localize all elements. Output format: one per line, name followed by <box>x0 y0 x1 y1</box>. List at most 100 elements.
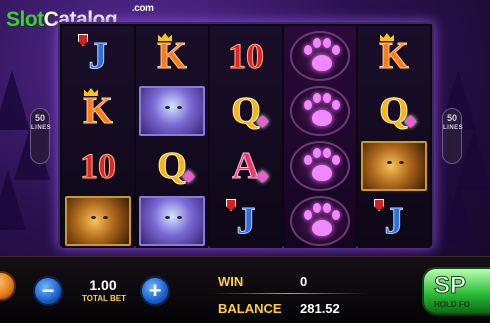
total-bet-value: 1.00 <box>89 277 117 293</box>
reel-cell: Q <box>358 83 430 138</box>
reel-cell <box>284 83 356 138</box>
symbol-j: J <box>236 199 256 242</box>
paw-wild-symbol <box>290 30 350 81</box>
paw-toe <box>304 209 312 220</box>
symbol-j: J <box>384 199 404 242</box>
paw-toe <box>332 154 340 165</box>
reel-1: J K 10 <box>62 26 134 248</box>
reel-cell: 10 <box>62 138 134 193</box>
paw-toe <box>323 147 331 158</box>
paylines-badge-left: 50 LINES <box>30 108 52 164</box>
symbol-j: J <box>88 34 108 77</box>
paw-toe <box>323 92 331 103</box>
shield-icon <box>226 199 236 211</box>
paw-wild-symbol <box>290 85 350 136</box>
reel-cell: Q <box>210 83 282 138</box>
game-screen: SlotCatalog .com 50 LINES 50 LINES J K 10 K… <box>0 0 490 323</box>
plus-icon: + <box>148 278 162 303</box>
reel-cell: K <box>136 28 208 83</box>
reel-3: 10 Q A J <box>210 26 282 248</box>
reel-cell: Q <box>136 138 208 193</box>
paw-pad <box>312 164 332 181</box>
logo-slot-text: Slot <box>6 8 44 31</box>
reel-cell: 10 <box>210 28 282 83</box>
reel-frame: J K 10 K Q 10 Q A J K Q J <box>58 22 434 248</box>
paw-wild-symbol <box>290 140 350 191</box>
lion-symbol <box>65 195 131 246</box>
paw-toe <box>304 44 312 55</box>
leopard-symbol <box>139 85 205 136</box>
leopard-symbol <box>139 195 205 246</box>
eye-detail <box>387 160 392 164</box>
symbol-q: Q <box>231 89 262 132</box>
reel-cell: A <box>210 138 282 193</box>
reel-cell: J <box>358 193 430 248</box>
symbol-ten: 10 <box>228 35 265 76</box>
reel-cell: J <box>210 193 282 248</box>
increase-bet-button[interactable]: + <box>140 276 170 306</box>
spin-label: SP <box>433 272 467 300</box>
win-value: 0 <box>300 274 308 289</box>
reel-cell <box>284 28 356 83</box>
paw-toe <box>323 37 331 48</box>
symbol-q: Q <box>379 89 410 132</box>
paylines-value: 50 <box>34 113 45 123</box>
paw-toe <box>332 99 340 110</box>
paw-pad <box>312 219 332 236</box>
paw-toe <box>304 154 312 165</box>
tree-decoration <box>440 185 476 245</box>
lion-symbol <box>361 140 427 191</box>
tree-decoration <box>0 170 26 230</box>
reel-cell: J <box>62 28 134 83</box>
symbol-a: A <box>232 144 260 187</box>
paw-toe <box>332 209 340 220</box>
reel-cell <box>136 193 208 248</box>
reel-cell <box>358 138 430 193</box>
paw-toe <box>313 92 321 103</box>
reel-cell: K <box>358 28 430 83</box>
spin-sub-label: HOLD FO <box>434 300 470 309</box>
reel-2: KQ <box>136 26 208 248</box>
paw-toe <box>313 147 321 158</box>
paw-toe <box>304 99 312 110</box>
reel-cell <box>62 193 134 248</box>
spin-button[interactable]: SP HOLD FO <box>422 267 490 315</box>
shield-icon <box>374 199 384 211</box>
reel-cell <box>284 193 356 248</box>
minus-icon: − <box>41 278 55 303</box>
eye-detail <box>91 215 96 219</box>
reel-cell: K <box>62 83 134 138</box>
menu-button[interactable] <box>0 271 16 301</box>
shield-icon <box>78 34 88 46</box>
paw-toe <box>313 37 321 48</box>
divider <box>212 293 367 294</box>
paw-toe <box>323 202 331 213</box>
paylines-word: LINES <box>443 125 464 131</box>
eye-detail <box>103 215 108 219</box>
paw-pad <box>312 54 332 71</box>
symbol-ten: 10 <box>80 145 117 186</box>
logo-com-text: .com <box>132 3 154 14</box>
symbol-k: K <box>83 89 114 132</box>
win-label: WIN <box>218 274 244 289</box>
paw-wild-symbol <box>290 195 350 246</box>
paw-pad <box>312 109 332 126</box>
balance-label: BALANCE <box>218 301 282 316</box>
eye-detail <box>399 160 404 164</box>
control-bar: − 1.00 TOTAL BET + WIN 0 BALANCE 281.52 … <box>0 256 490 323</box>
reel-5: KQ J <box>358 26 430 248</box>
eye-detail <box>165 215 170 219</box>
symbol-k: K <box>379 34 410 77</box>
symbol-k: K <box>157 34 188 77</box>
reel-cell <box>284 138 356 193</box>
paylines-badge-right: 50 LINES <box>442 108 464 164</box>
paw-toe <box>332 44 340 55</box>
eye-detail <box>177 105 182 109</box>
symbol-q: Q <box>157 144 188 187</box>
decrease-bet-button[interactable]: − <box>33 276 63 306</box>
balance-value: 281.52 <box>300 301 340 316</box>
paylines-word: LINES <box>31 125 52 131</box>
eye-detail <box>177 215 182 219</box>
paw-toe <box>313 202 321 213</box>
reel-4 <box>284 26 356 248</box>
